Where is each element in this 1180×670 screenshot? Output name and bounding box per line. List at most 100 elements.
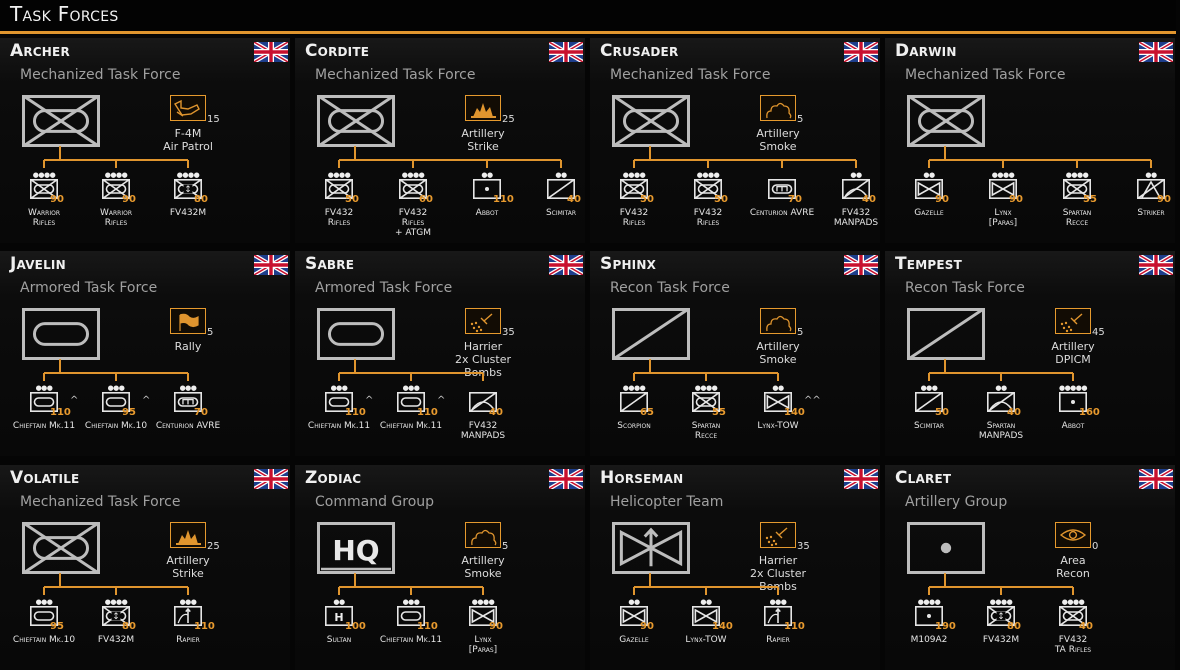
ability-button[interactable] — [1055, 308, 1091, 334]
unit-slot[interactable]: ●● 90 Gazelle — [889, 172, 969, 242]
unit-slot[interactable]: ●●● 50 Scimitar — [889, 385, 969, 455]
unit-slot[interactable]: ●●●● 65 Scorpion — [594, 385, 674, 455]
unit-name: Rapier — [728, 635, 828, 645]
unit-slot[interactable]: ●● H 100 Sultan — [299, 599, 379, 669]
unit-size-dots: ●●●● — [991, 171, 1015, 179]
cluster-icon — [470, 313, 493, 333]
unit-cost: 160 — [1079, 407, 1100, 418]
ability-button[interactable] — [465, 522, 501, 548]
unit-slot[interactable]: ●●● 70 Centurion AVRE — [148, 385, 228, 455]
unit-name: Rapier — [138, 635, 238, 645]
ability-cost: 5 — [797, 327, 804, 338]
unit-slot[interactable]: ●●● 110 ^ Chieftain Mk.11 — [299, 385, 379, 455]
unit-slot[interactable]: ●● 40 FV432 MANPADS — [816, 172, 880, 242]
unit-size-dots: ●● — [923, 171, 935, 179]
unit-slot[interactable]: ●● 140 Lynx-TOW — [666, 599, 746, 669]
ability-cost: 45 — [1092, 327, 1105, 338]
unit-slot[interactable]: ●●●● 90 Lynx [Paras] — [963, 172, 1043, 242]
unit-slot[interactable]: ●●●● 50 FV432 Rifles — [668, 172, 748, 242]
unit-slot[interactable]: ●●●● 190 M109A2 — [889, 599, 969, 669]
unit-slot[interactable]: ●● 40 Scimitar — [521, 172, 585, 242]
uk-flag-icon — [1139, 255, 1173, 275]
unit-size-dots: ●● — [481, 171, 493, 179]
unit-cost: 40 — [1007, 407, 1021, 418]
unit-cost: 90 — [1009, 194, 1023, 205]
unit-name-line: Rapier — [176, 635, 200, 645]
unit-slot[interactable]: ●●● 110 Rapier — [738, 599, 818, 669]
ability-button[interactable] — [1055, 522, 1091, 548]
task-force-card[interactable]: Sphinx Recon Task Force 5 Artillery Smoke ●●●… — [590, 251, 880, 456]
ability-button[interactable] — [170, 522, 206, 548]
header-divider — [0, 31, 1176, 34]
task-force-card[interactable]: Volatile Mechanized Task Force 25 Artillery… — [0, 465, 290, 670]
unit-slot[interactable]: ●●●● ↕ 80 FV432M — [76, 599, 156, 669]
unit-slot[interactable]: ●●●● 50 FV432 Rifles — [594, 172, 674, 242]
unit-slot[interactable]: ●● 40 Spartan MANPADS — [961, 385, 1041, 455]
unit-cost: 50 — [345, 194, 359, 205]
task-force-card[interactable]: Javelin Armored Task Force 5 Rally ●●● 110 ^ Ch… — [0, 251, 290, 456]
task-force-card[interactable]: Cordite Mechanized Task Force 25 Artillery S… — [295, 38, 585, 243]
unit-slot[interactable]: ●●● 110 ^ Chieftain Mk.11 — [371, 385, 451, 455]
unit-slot[interactable]: ●● 110 Abbot — [447, 172, 527, 242]
unit-slot[interactable]: ●●●● 55 Spartan Recce — [1037, 172, 1117, 242]
unit-slot[interactable]: ●●● 110 ^ Chieftain Mk.11 — [4, 385, 84, 455]
unit-cost: 95 — [122, 407, 136, 418]
unit-slot[interactable]: 70 Centurion AVRE — [742, 172, 822, 242]
task-force-card[interactable]: Darwin Mechanized Task Force ●● 90 Gazelle ●●… — [885, 38, 1175, 243]
unit-name: Striker — [1101, 208, 1175, 218]
task-force-card[interactable]: Horseman Helicopter Team 35 Harrier 2x Clust… — [590, 465, 880, 670]
unit-slot[interactable]: ●●●●● 160 Abbot — [1033, 385, 1113, 455]
ability-button[interactable] — [170, 308, 206, 334]
uk-flag-icon — [254, 42, 288, 62]
unit-size-dots: ●●●●● — [1058, 384, 1088, 392]
ability-button[interactable] — [760, 522, 796, 548]
task-force-name: Sabre — [305, 254, 355, 274]
unit-cost: 140 — [712, 621, 733, 632]
unit-slot[interactable]: ●● 90 Striker — [1111, 172, 1175, 242]
uk-flag-icon — [844, 42, 878, 62]
unit-cost: 110 — [194, 621, 215, 632]
unit-slot[interactable]: ●●●● 55 Spartan Recce — [666, 385, 746, 455]
unit-size-dots: ●●●● — [401, 171, 425, 179]
unit-cost: 50 — [714, 194, 728, 205]
unit-slot[interactable]: ●●● 110 Chieftain Mk.11 — [371, 599, 451, 669]
header-bar: Task Forces — [0, 0, 1176, 35]
task-force-card[interactable]: Archer Mechanized Task Force 15 F-4M Air Pat… — [0, 38, 290, 243]
unit-slot[interactable]: ●●●● 90 Warrior Rifles — [76, 172, 156, 242]
task-force-card[interactable]: Crusader Mechanized Task Force 5 Artillery S… — [590, 38, 880, 243]
unit-size-dots: ●● — [850, 171, 862, 179]
unit-slot[interactable]: ●●● 110 Rapier — [148, 599, 228, 669]
unit-slot[interactable]: ●●●● 40 FV432 TA Rifles — [1033, 599, 1113, 669]
task-force-card[interactable]: Zodiac Command Group HQ 5 Artillery Smoke ●● H 1… — [295, 465, 585, 670]
hq-symbol-label: HQ — [332, 534, 379, 567]
task-force-name: Darwin — [895, 41, 957, 61]
ability-name-line: Artillery — [166, 554, 210, 567]
unit-size-dots: ●●●● — [104, 171, 128, 179]
unit-cost: 110 — [50, 407, 71, 418]
task-force-card[interactable]: Sabre Armored Task Force 35 Harrier 2x Clust… — [295, 251, 585, 456]
unit-slot[interactable]: 40 FV432 MANPADS — [443, 385, 523, 455]
ability-button[interactable] — [760, 308, 796, 334]
task-force-type: Armored Task Force — [20, 280, 158, 296]
unit-slot[interactable]: ●●●● ↕ 80 FV432M — [148, 172, 228, 242]
formation-symbol-icon — [22, 95, 100, 147]
unit-slot[interactable]: ●●●● 60 FV432 Rifles + ATGM — [373, 172, 453, 242]
unit-slot[interactable]: ●●● 95 ^ Chieftain Mk.10 — [76, 385, 156, 455]
unit-slot[interactable]: ●● 90 Gazelle — [594, 599, 674, 669]
unit-name-line: Lynx — [474, 635, 492, 645]
unit-slot[interactable]: ●●●● 90 Lynx [Paras] — [443, 599, 523, 669]
unit-cost: 190 — [935, 621, 956, 632]
ability-button[interactable] — [465, 95, 501, 121]
unit-cost: 110 — [493, 194, 514, 205]
ability-button[interactable] — [465, 308, 501, 334]
unit-name-line: Scimitar — [545, 208, 577, 218]
unit-slot[interactable]: ●● 140 ^^ Lynx-TOW — [738, 385, 820, 455]
ability-button[interactable] — [170, 95, 206, 121]
unit-slot[interactable]: ●●●● 90 Warrior Rifles — [4, 172, 84, 242]
unit-slot[interactable]: ●●●● ↕ 80 FV432M — [961, 599, 1041, 669]
task-force-card[interactable]: Claret Artillery Group 0 Area Recon ●●●● 190 M1… — [885, 465, 1175, 670]
task-force-card[interactable]: Tempest Recon Task Force 45 Artillery DPICM ●… — [885, 251, 1175, 456]
unit-slot[interactable]: ●●● 95 Chieftain Mk.10 — [4, 599, 84, 669]
explosion-icon — [471, 103, 496, 118]
ability-button[interactable] — [760, 95, 796, 121]
